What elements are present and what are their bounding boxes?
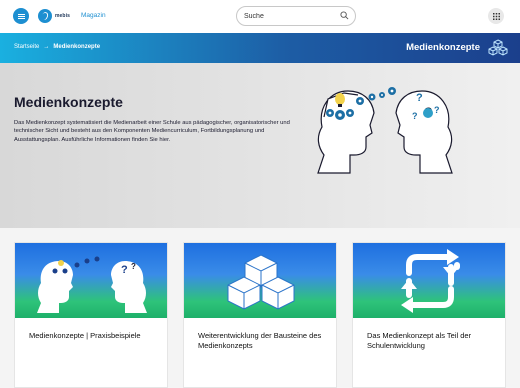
card-praxisbeispiele[interactable]: ? ? Medienkonzepte | Praxisbeispiele <box>14 242 168 388</box>
card-image: ? ? <box>15 243 167 318</box>
cubes-icon <box>227 254 295 310</box>
hero-description: Das Medienkonzept systematisiert die Med… <box>14 120 290 143</box>
svg-text:?: ? <box>121 264 128 276</box>
cubes-icon <box>488 39 508 56</box>
hero-section: Medienkonzepte Das Medienkonzept systema… <box>0 63 520 228</box>
card-label: Medienkonzepte | Praxisbeispiele <box>29 331 141 340</box>
cycle-arrows-icon <box>401 249 460 313</box>
heads-exchange-illustration: ? ? ? ? <box>317 87 453 174</box>
svg-text:?: ? <box>131 262 136 271</box>
breadcrumb-current: Medienkonzepte <box>53 44 101 50</box>
card-weiterentwicklung[interactable]: Weiterentwicklung der Bausteine des Medi… <box>183 242 337 388</box>
heads-exchange-icon: ? ? <box>37 256 147 313</box>
logo-text: mebis <box>55 13 70 19</box>
breadcrumb-arrow-icon: → <box>43 44 50 50</box>
card-row: ? ? Medienkonzepte | Praxisbeispiele Wei… <box>0 228 520 388</box>
search-box[interactable] <box>236 6 356 26</box>
breadcrumb-banner: Startseite → Medienkonzepte Medienkonzep… <box>0 33 520 63</box>
svg-text:?: ? <box>434 105 440 115</box>
svg-text:?: ? <box>416 92 423 104</box>
breadcrumb: Startseite → Medienkonzepte <box>14 44 100 50</box>
mebis-logo-icon <box>38 9 52 23</box>
bulb-accent-icon <box>423 108 433 118</box>
mebis-logo[interactable]: mebis <box>38 9 70 23</box>
card-image <box>353 243 505 318</box>
apps-grid-button[interactable] <box>488 8 504 24</box>
grid-icon <box>492 12 500 20</box>
banner-title: Medienkonzepte <box>406 42 480 53</box>
hamburger-icon <box>17 13 25 19</box>
search-icon[interactable] <box>340 11 349 20</box>
menu-button[interactable] <box>13 8 29 24</box>
magazin-link[interactable]: Magazin <box>81 12 106 19</box>
card-image <box>184 243 336 318</box>
left-head-icon <box>317 90 375 174</box>
top-header: mebis Magazin <box>0 0 520 33</box>
card-label: Das Medienkonzept als Teil der Schulentw… <box>367 331 472 350</box>
card-label: Weiterentwicklung der Bausteine des Medi… <box>198 331 322 350</box>
search-input[interactable] <box>244 10 339 22</box>
page-title: Medienkonzepte <box>14 94 123 110</box>
svg-text:?: ? <box>412 111 418 121</box>
breadcrumb-home-link[interactable]: Startseite <box>14 44 39 50</box>
card-schulentwicklung[interactable]: Das Medienkonzept als Teil der Schulentw… <box>352 242 506 388</box>
